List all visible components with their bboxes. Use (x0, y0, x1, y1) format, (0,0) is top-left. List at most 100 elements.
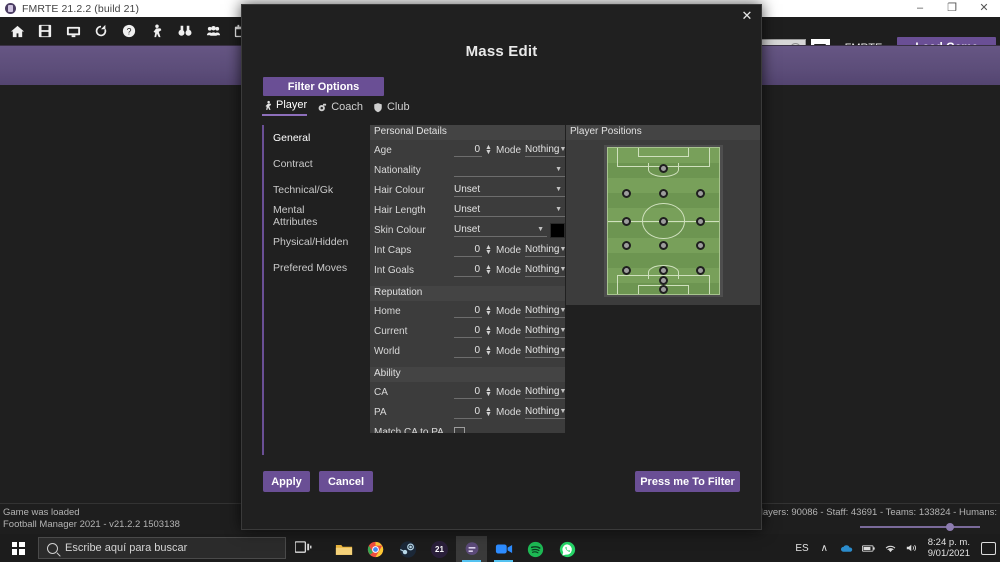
press-me-to-filter-button[interactable]: Press me To Filter (635, 471, 740, 492)
field-pa-spinner[interactable]: ▲ ▼ (484, 406, 493, 418)
position-defensive-mid-right[interactable] (695, 241, 705, 251)
field-rep-home: Home 0 ▲ ▼ Mode Nothing ▼ (370, 301, 565, 321)
taskbar-app-zoom[interactable] (488, 536, 519, 562)
position-midfield-centre[interactable] (659, 216, 668, 226)
field-hair-length-select[interactable]: Unset ▼ (454, 203, 565, 217)
wifi-icon[interactable] (884, 542, 897, 555)
cancel-button[interactable]: Cancel (319, 471, 373, 492)
section-mental-attributes[interactable]: Mental Attributes (264, 203, 350, 229)
position-attacking-mid-right[interactable] (695, 188, 705, 198)
taskbar-app-spotify[interactable] (520, 536, 551, 562)
field-int-goals-spinner[interactable]: ▲ ▼ (484, 264, 493, 276)
field-rep-current-spinner[interactable]: ▲ ▼ (484, 325, 493, 337)
skin-colour-swatch[interactable] (550, 222, 565, 238)
position-defensive-mid-centre[interactable] (659, 241, 668, 251)
save-icon[interactable] (34, 20, 56, 42)
status-left-group: Game was loaded Football Manager 2021 - … (3, 507, 180, 531)
field-rep-home-input[interactable]: 0 (454, 304, 482, 318)
position-striker-centre[interactable] (659, 163, 668, 173)
field-age-input[interactable]: 0 (454, 143, 482, 157)
field-rep-current-input[interactable]: 0 (454, 324, 482, 338)
field-ca-mode-select[interactable]: Nothing ▼ (525, 385, 565, 399)
field-int-caps-input[interactable]: 0 (454, 243, 482, 257)
staff-icon[interactable] (202, 20, 224, 42)
field-int-goals-mode-value: Nothing (525, 264, 560, 275)
taskbar-app-steam[interactable] (392, 536, 423, 562)
scout-icon[interactable] (174, 20, 196, 42)
field-ca-spinner[interactable]: ▲ ▼ (484, 386, 493, 398)
chevron-up-icon[interactable]: ∧ (818, 542, 831, 555)
task-view-icon[interactable] (294, 540, 312, 555)
field-int-goals-mode-select[interactable]: Nothing ▼ (525, 263, 565, 277)
taskbar-search-input[interactable]: Escribe aquí para buscar (38, 537, 286, 559)
clock[interactable]: 8:24 p. m. 9/01/2021 (928, 537, 970, 559)
position-attacking-mid-left[interactable] (622, 188, 632, 198)
taskbar-app-chrome[interactable] (360, 536, 391, 562)
field-age-mode-select[interactable]: Nothing ▼ (525, 143, 565, 157)
taskbar-app-file-explorer[interactable] (328, 536, 359, 562)
monitor-icon[interactable] (62, 20, 84, 42)
field-rep-home-spinner[interactable]: ▲ ▼ (484, 305, 493, 317)
home-icon[interactable] (6, 20, 28, 42)
refresh-icon[interactable] (90, 20, 112, 42)
field-int-caps-spinner[interactable]: ▲ ▼ (484, 244, 493, 256)
field-rep-world: World 0 ▲ ▼ Mode Nothing ▼ (370, 341, 565, 361)
field-pa-mode-label: Mode (496, 406, 522, 418)
close-button[interactable]: ✕ (968, 0, 1000, 17)
field-rep-world-input[interactable]: 0 (454, 344, 482, 358)
minimize-button[interactable]: – (904, 0, 936, 17)
apply-button[interactable]: Apply (263, 471, 310, 492)
field-nationality-select[interactable]: ▼ (454, 163, 565, 177)
tab-coach[interactable]: Coach (317, 101, 363, 116)
onedrive-icon[interactable] (840, 542, 853, 555)
status-line-1: Game was loaded (3, 507, 80, 518)
tab-player-label: Player (276, 99, 308, 111)
position-attacking-mid-centre[interactable] (659, 188, 668, 198)
field-ca-input[interactable]: 0 (454, 385, 482, 399)
player-icon[interactable] (146, 20, 168, 42)
field-pa-input[interactable]: 0 (454, 405, 482, 419)
taskbar-app-fmrte[interactable] (456, 536, 487, 562)
section-contract[interactable]: Contract (264, 151, 350, 177)
football-pitch (607, 147, 720, 295)
tab-club[interactable]: Club (373, 101, 410, 116)
start-button[interactable] (4, 538, 32, 558)
field-pa-mode-select[interactable]: Nothing ▼ (525, 405, 565, 419)
field-int-caps-mode-select[interactable]: Nothing ▼ (525, 243, 565, 257)
field-rep-current-mode-select[interactable]: Nothing ▼ (525, 324, 565, 338)
zoom-slider[interactable] (860, 522, 980, 532)
position-midfield-right[interactable] (695, 216, 705, 226)
slider-track (860, 526, 980, 528)
field-rep-world-mode-select[interactable]: Nothing ▼ (525, 344, 565, 358)
taskbar-app-whatsapp[interactable] (552, 536, 583, 562)
slider-knob[interactable] (946, 523, 954, 531)
field-rep-home-mode-select[interactable]: Nothing ▼ (525, 304, 565, 318)
help-icon[interactable]: ? (118, 20, 140, 42)
position-defensive-mid-left[interactable] (622, 241, 632, 251)
notification-center-icon[interactable] (981, 541, 996, 555)
field-int-goals-input[interactable]: 0 (454, 263, 482, 277)
section-nav: General Contract Technical/Gk Mental Att… (262, 125, 350, 455)
section-technical-gk[interactable]: Technical/Gk (264, 177, 350, 203)
section-general[interactable]: General (264, 125, 350, 151)
battery-icon[interactable] (861, 542, 875, 555)
clock-time: 8:24 p. m. (927, 537, 970, 548)
tab-player[interactable]: Player (262, 99, 308, 116)
position-midfield-left[interactable] (622, 216, 632, 226)
position-defender-right[interactable] (695, 266, 705, 276)
match-ca-to-pa-checkbox[interactable] (454, 426, 465, 433)
section-physical-hidden[interactable]: Physical/Hidden (264, 229, 350, 255)
section-prefered-moves[interactable]: Prefered Moves (264, 255, 350, 281)
taskbar-app-football-manager-2021[interactable]: 21 (424, 536, 455, 562)
field-skin-colour-select[interactable]: Unset ▼ (454, 223, 547, 237)
field-rep-world-spinner[interactable]: ▲ ▼ (484, 345, 493, 357)
field-age-spinner[interactable]: ▲ ▼ (484, 144, 493, 156)
filter-options-button[interactable]: Filter Options (263, 77, 384, 96)
position-defender-left[interactable] (622, 266, 632, 276)
maximize-button[interactable]: ❐ (936, 0, 968, 17)
volume-icon[interactable] (906, 542, 919, 555)
dialog-close-icon[interactable]: ✕ (739, 8, 755, 24)
field-skin-colour-label: Skin Colour (374, 224, 426, 236)
field-hair-colour-select[interactable]: Unset ▼ (454, 183, 565, 197)
language-indicator[interactable]: ES (795, 543, 808, 554)
